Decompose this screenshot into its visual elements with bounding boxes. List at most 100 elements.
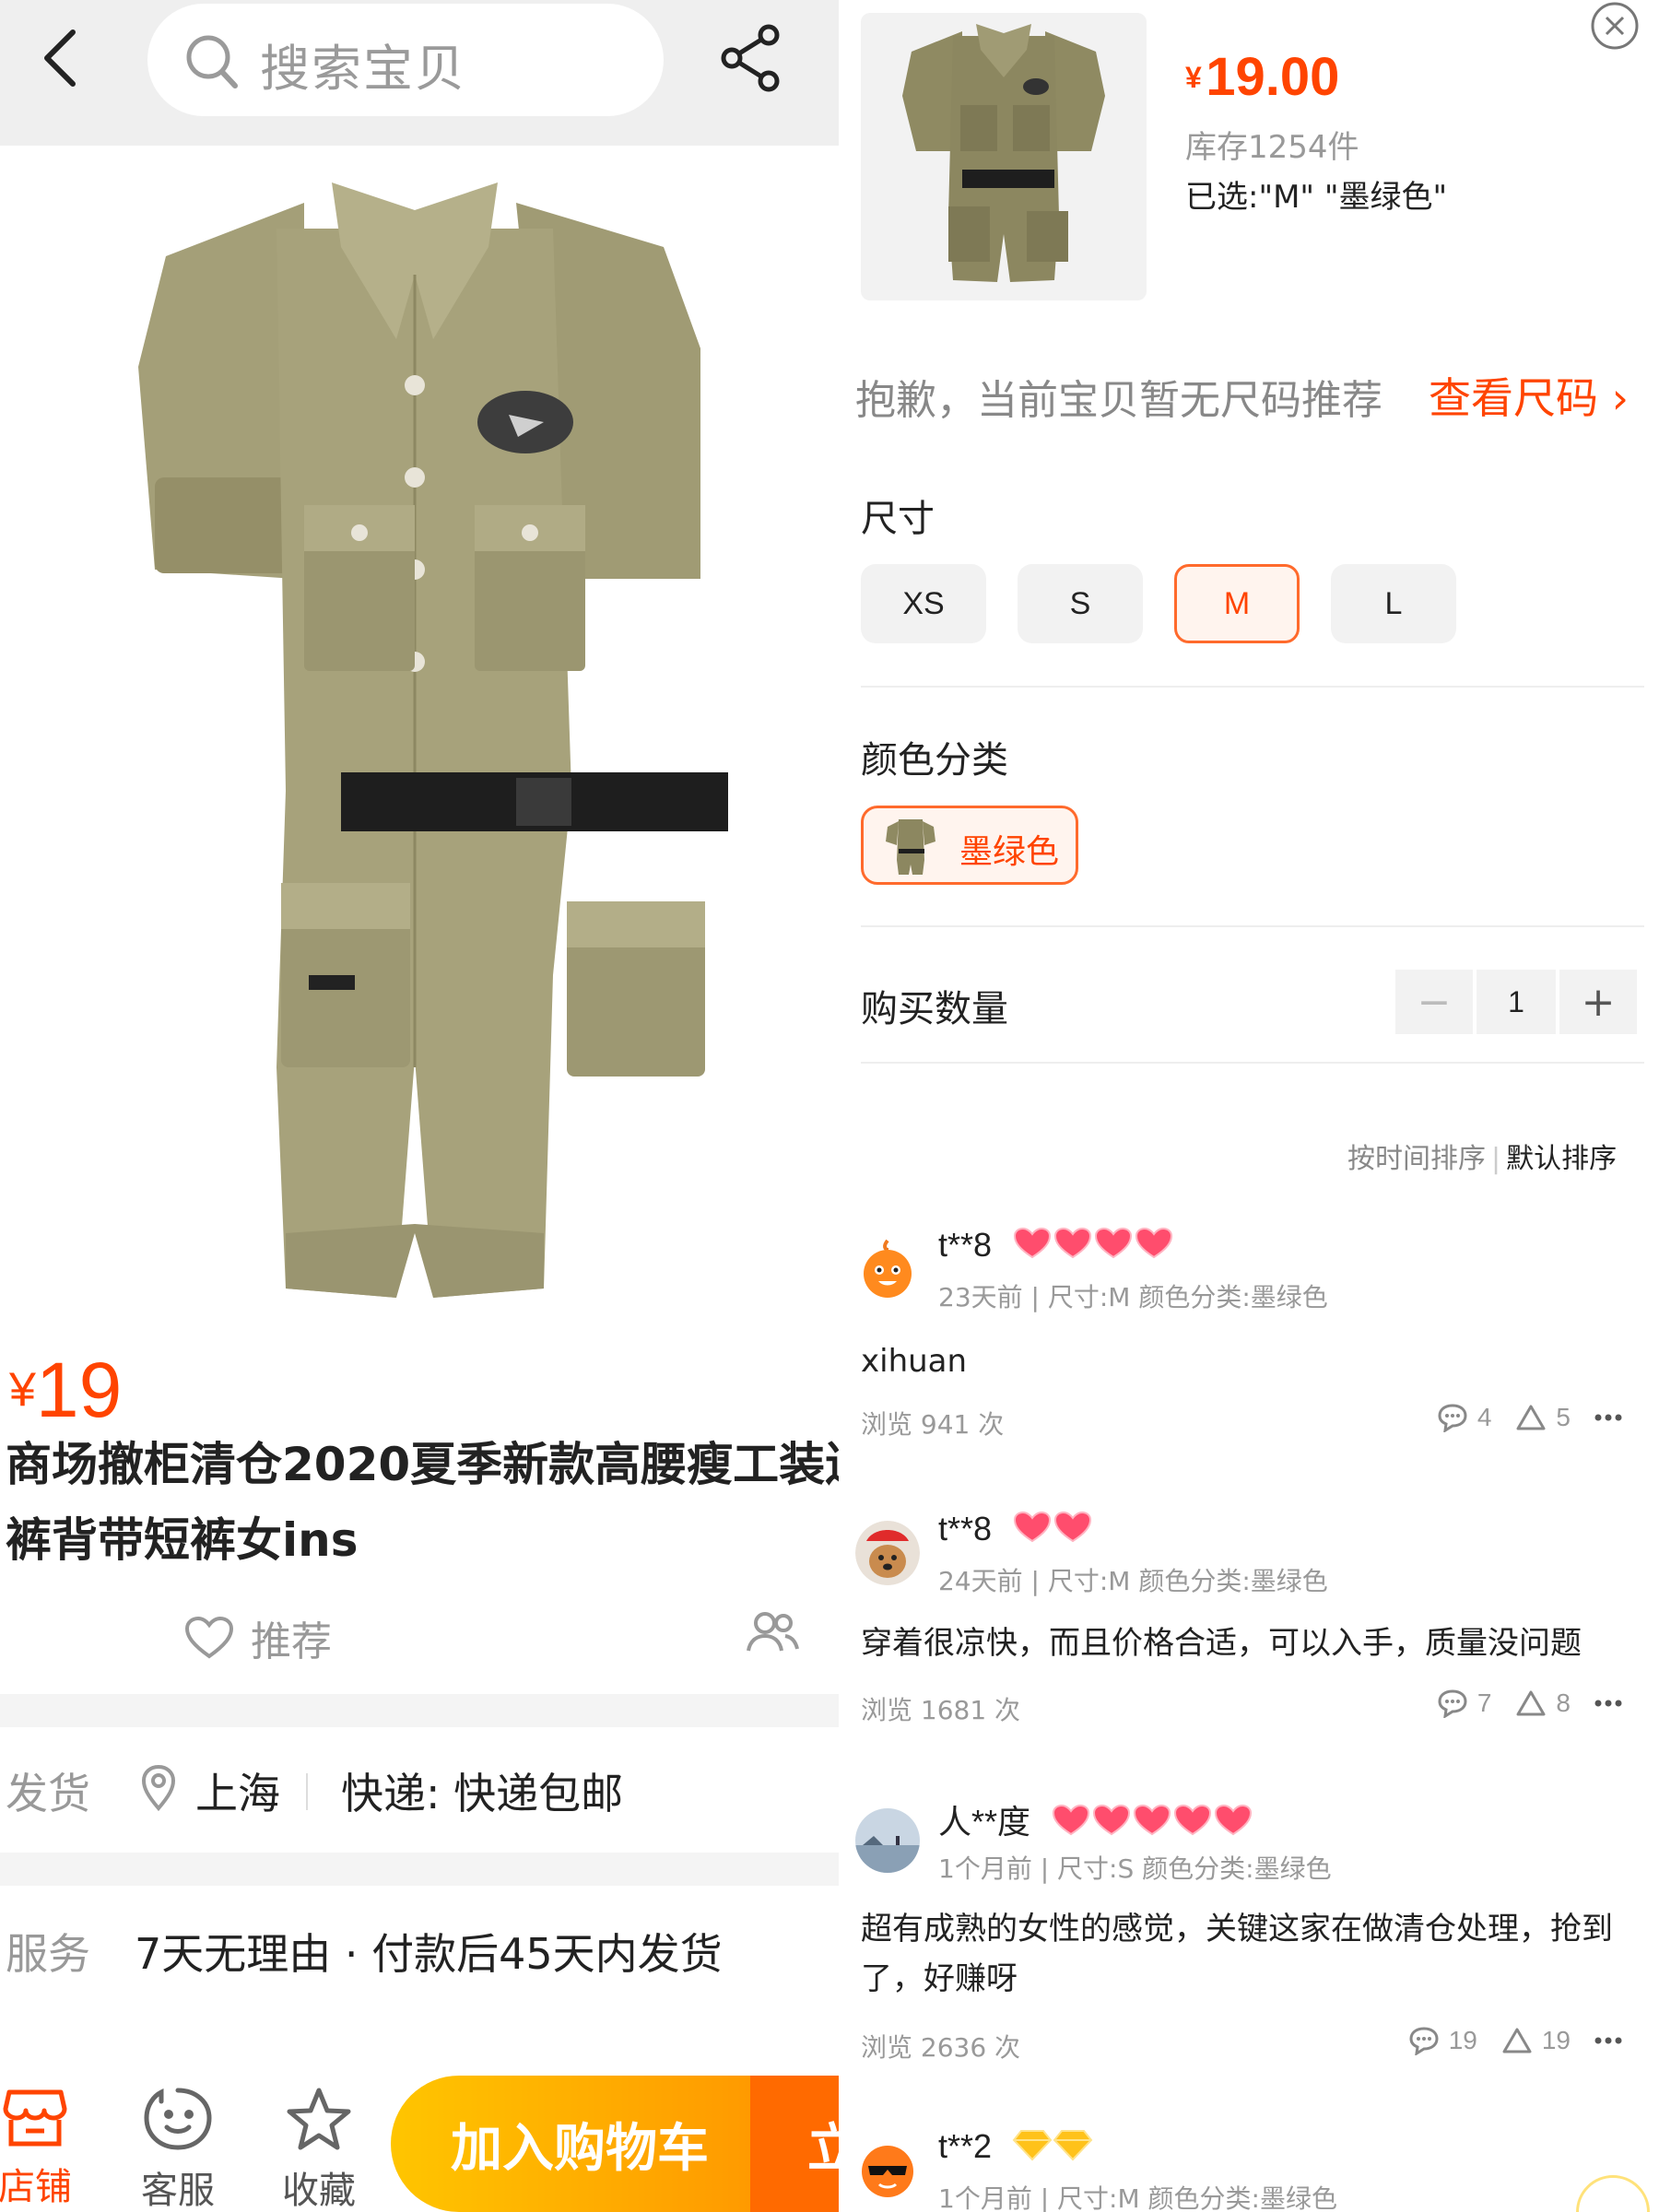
search-icon	[186, 35, 238, 88]
quantity-decrease-button[interactable]: −	[1395, 970, 1473, 1034]
location-pin-icon	[141, 1764, 176, 1812]
sort-divider: |	[1491, 1143, 1501, 1175]
heart-badge-icon	[1135, 1227, 1173, 1259]
share-button[interactable]	[719, 24, 783, 92]
close-button[interactable]	[1589, 0, 1641, 52]
avatar[interactable]	[855, 1521, 920, 1585]
shop-icon	[3, 2089, 67, 2147]
size-recommend-tip: 抱歉，当前宝贝暂无尺码推荐	[855, 377, 1382, 424]
review-text: 超有成熟的女性的感觉，关键这家在做清仓处理，抢到了，好赚呀	[861, 1911, 1613, 1997]
color-thumbnail-icon	[886, 819, 935, 875]
thumbs-up-icon	[1516, 1405, 1546, 1430]
jumpsuit-illustration	[138, 182, 728, 1298]
comment-button[interactable]: 19	[1408, 2026, 1477, 2055]
recommend-row: 推荐	[0, 1599, 839, 1682]
size-section-title: 尺寸	[861, 498, 935, 540]
like-count: 5	[1556, 1403, 1571, 1431]
dog-avatar-icon	[855, 1521, 920, 1585]
sku-and-reviews-panel: ¥ 19.00 库存1254件 已选:"M" "墨绿色" 抱歉，当前宝贝暂无尺码…	[839, 0, 1659, 2212]
recommend-label: 推荐	[251, 1618, 332, 1665]
jumpsuit-thumbnail	[902, 24, 1105, 282]
quantity-increase-button[interactable]: +	[1559, 970, 1637, 1034]
comment-icon	[1438, 1404, 1467, 1432]
heart-badge-icon	[1054, 1511, 1092, 1543]
view-size-chart-link[interactable]: 查看尺码 ›	[1429, 365, 1629, 426]
comment-count: 7	[1477, 1688, 1492, 1717]
review-actions: 19 19	[1408, 2026, 1622, 2055]
landscape-avatar-icon	[855, 1808, 920, 1873]
currency-symbol: ¥	[1185, 61, 1202, 94]
product-title-line-2: 裤背带短裤女ins	[6, 1513, 359, 1567]
people-icon[interactable]	[745, 1610, 800, 1654]
heart-badge-icon	[1053, 1804, 1090, 1836]
product-image[interactable]	[0, 146, 839, 1344]
divider	[861, 925, 1644, 927]
review-username: t**8	[938, 1226, 993, 1264]
heart-badge-icon	[1174, 1804, 1212, 1836]
more-icon[interactable]	[1594, 1413, 1622, 1422]
review-user: t**2	[938, 2127, 1093, 2166]
reviewer-level-hearts	[1012, 1511, 1093, 1544]
bottom-action-bar: 店铺 客服 收藏 加入购物车 立	[0, 2076, 839, 2212]
divider	[861, 686, 1644, 688]
add-to-cart-button[interactable]: 加入购物车	[391, 2076, 750, 2212]
heart-badge-icon	[1093, 1804, 1131, 1836]
like-button[interactable]: 8	[1515, 1688, 1571, 1718]
heart-badge-icon	[1054, 1227, 1092, 1259]
customer-service-label: 客服	[141, 2170, 215, 2212]
sku-thumbnail[interactable]	[861, 13, 1147, 300]
quantity-section-title: 购买数量	[861, 988, 1008, 1030]
section-divider	[0, 1853, 839, 1886]
product-title: 商场撤柜清仓2020夏季新款高腰瘦工装连 裤背带短裤女ins	[6, 1427, 839, 1578]
review-actions: 7 8	[1437, 1688, 1622, 1718]
favorite-label: 收藏	[282, 2170, 356, 2212]
avatar[interactable]	[855, 1237, 920, 1301]
size-option-l[interactable]: L	[1331, 564, 1456, 643]
comment-count: 4	[1477, 1403, 1492, 1431]
buy-now-button[interactable]: 立	[750, 2076, 839, 2212]
review-meta: 24天前 | 尺寸:M 颜色分类:墨绿色	[938, 1566, 1328, 1596]
reviewer-level-hearts	[1051, 1804, 1253, 1837]
search-box[interactable]: 搜索宝贝	[147, 4, 664, 116]
review-views: 浏览 941 次	[861, 1409, 1005, 1440]
shop-button[interactable]: 店铺	[0, 2087, 90, 2210]
comment-icon	[1438, 1689, 1467, 1718]
sort-by-time[interactable]: 按时间排序	[1347, 1143, 1486, 1175]
review-username: t**8	[938, 1510, 993, 1547]
chevron-left-icon	[44, 29, 76, 87]
cartoon-avatar-icon	[855, 1237, 920, 1301]
size-option-s[interactable]: S	[1018, 564, 1143, 643]
quantity-value[interactable]: 1	[1477, 970, 1556, 1034]
comment-button[interactable]: 4	[1437, 1403, 1492, 1432]
review-sort: 按时间排序 | 默认排序	[1347, 1135, 1617, 1176]
avatar[interactable]	[855, 2136, 920, 2201]
favorite-button[interactable]: 收藏	[264, 2087, 374, 2212]
like-button[interactable]: 5	[1515, 1403, 1571, 1432]
color-option-dark-green[interactable]: 墨绿色	[861, 806, 1078, 885]
screenshot: 搜索宝贝 ¥19 商场撤柜清仓2020夏季新款高腰瘦工装连 裤背带短裤女ins …	[0, 0, 1659, 2212]
heart-badge-icon	[1095, 1227, 1133, 1259]
more-icon[interactable]	[1594, 1699, 1622, 1708]
recommend-button[interactable]: 推荐	[184, 1608, 332, 1667]
review-actions: 4 5	[1437, 1403, 1622, 1432]
service-row[interactable]: 服务 7天无理由 · 付款后45天内发货	[0, 1899, 839, 2000]
back-button[interactable]	[37, 26, 83, 90]
sku-price: ¥ 19.00	[1185, 46, 1339, 108]
sort-default[interactable]: 默认排序	[1506, 1143, 1617, 1175]
like-count: 19	[1541, 2026, 1571, 2054]
like-count: 8	[1556, 1688, 1571, 1717]
more-icon[interactable]	[1594, 2036, 1622, 2045]
star-icon	[287, 2088, 351, 2150]
like-button[interactable]: 19	[1501, 2026, 1571, 2055]
avatar[interactable]	[855, 1808, 920, 1873]
customer-service-button[interactable]: 客服	[123, 2087, 233, 2212]
search-placeholder: 搜索宝贝	[260, 40, 466, 98]
size-option-xs[interactable]: XS	[861, 564, 986, 643]
shipping-row[interactable]: 发货 上海 快递: 快递包邮	[0, 1740, 839, 1841]
sunglasses-avatar-icon	[855, 2136, 920, 2201]
reviewer-level-hearts	[1012, 1227, 1174, 1260]
comment-button[interactable]: 7	[1437, 1688, 1492, 1718]
divider	[306, 1773, 308, 1810]
size-option-m[interactable]: M	[1174, 564, 1300, 643]
review-item: t**8 24天前 | 尺寸:M 颜色分类:墨绿色 穿着很凉快，而且价格合适，可…	[839, 1502, 1659, 1779]
